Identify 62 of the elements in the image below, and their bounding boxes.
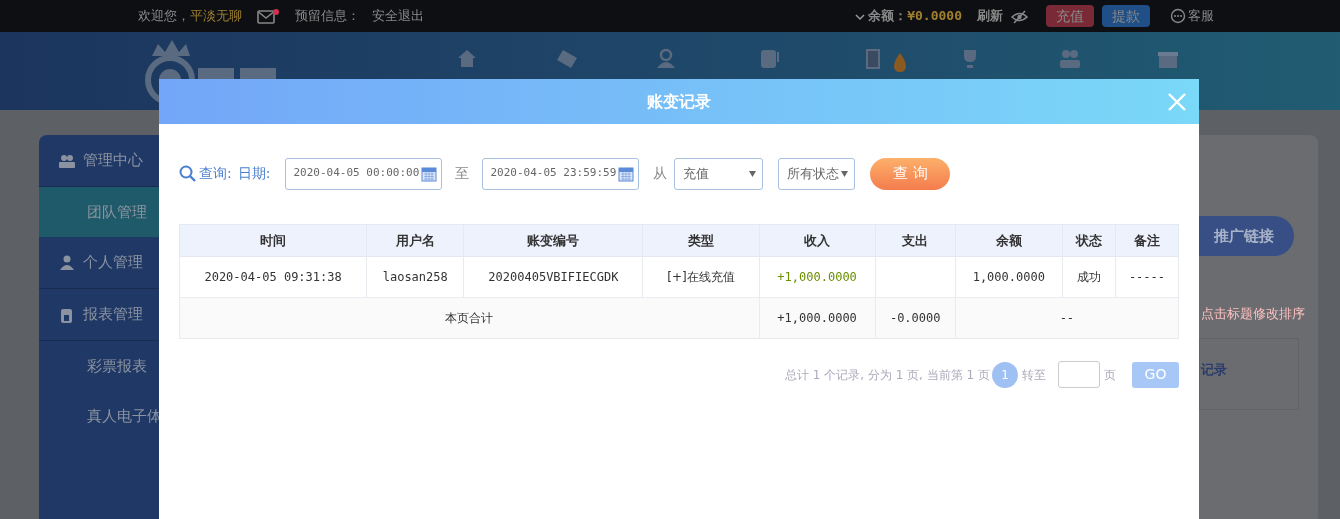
select-field[interactable]: 所有状态: [778, 157, 856, 190]
column-header[interactable]: 用户名: [366, 224, 464, 257]
pagination-summary: 总计 1 个记录, 分为 1 页, 当前第 1 页: [784, 366, 990, 384]
caret-icon: [841, 170, 849, 177]
table-cell: +1,000.0000: [759, 256, 876, 298]
calendar-icon[interactable]: [618, 165, 635, 182]
column-header[interactable]: 时间: [179, 224, 367, 257]
refresh-link[interactable]: 刷新: [977, 6, 1003, 26]
logout-link[interactable]: 安全退出: [372, 6, 424, 26]
column-header[interactable]: 状态: [1062, 224, 1116, 257]
page-unit-label: 页: [1104, 366, 1116, 384]
sidebar-label: 报表管理: [83, 304, 143, 326]
chat-bubble-icon[interactable]: [1170, 8, 1186, 24]
ticket-icon[interactable]: [557, 48, 579, 70]
people-icon: [59, 152, 75, 169]
date-label: 日期:: [237, 164, 271, 183]
home-icon[interactable]: [456, 48, 478, 70]
sidebar-label: 管理中心: [83, 150, 143, 172]
from-label: 从: [653, 164, 668, 183]
report-icon: [59, 306, 75, 323]
goto-label: 转至: [1022, 366, 1046, 384]
column-header[interactable]: 支出: [875, 224, 956, 257]
mail-icon[interactable]: [257, 6, 279, 26]
caret-icon: [749, 170, 757, 177]
reserved-info-link[interactable]: 预留信息：: [295, 6, 360, 26]
flame-icon: [892, 52, 908, 73]
table-cell: 1,000.0000: [955, 256, 1063, 298]
close-button[interactable]: [1167, 91, 1187, 111]
table-cell: laosan258: [366, 256, 464, 298]
total-label: 本页合计: [179, 297, 760, 339]
balance-value: ¥0.0000: [907, 7, 962, 26]
date-field[interactable]: 2020-04-05 00:00:00: [285, 157, 443, 190]
query-label: 查询:: [199, 164, 232, 183]
table-cell: [+]在线充值: [642, 256, 760, 298]
customer-service-link[interactable]: 客服: [1188, 6, 1214, 26]
people-icon[interactable]: [1059, 48, 1081, 70]
table-cell: -----: [1115, 256, 1179, 298]
sort-hint-text: 点击标题修改排序: [1201, 305, 1305, 323]
table-cell: +1,000.0000: [759, 297, 876, 339]
table-cell: -0.0000: [875, 297, 956, 339]
table-cell: 20200405VBIFIECGDK: [463, 256, 643, 298]
to-label: 至: [455, 164, 470, 183]
date-field[interactable]: 2020-04-05 23:59:59: [482, 157, 640, 190]
table-cell: 成功: [1062, 256, 1116, 298]
column-header[interactable]: 账变编号: [463, 224, 643, 257]
table-cell: 2020-04-05 09:31:38: [179, 256, 367, 298]
column-header[interactable]: 余额: [955, 224, 1063, 257]
balance-label: 余额：: [868, 7, 908, 26]
column-header[interactable]: 收入: [759, 224, 876, 257]
table-cell: --: [955, 297, 1179, 339]
search-icon: [179, 165, 196, 182]
modal-title: 账变记录: [647, 90, 711, 113]
username-link[interactable]: 平淡无聊: [190, 6, 242, 26]
welcome-text: 欢迎您，: [138, 7, 190, 26]
page-number-field[interactable]: [1058, 361, 1100, 388]
calendar-icon[interactable]: [421, 165, 438, 182]
sidebar-label: 个人管理: [83, 252, 143, 274]
person-icon[interactable]: [655, 48, 677, 70]
person-icon: [59, 254, 75, 271]
column-header[interactable]: 类型: [642, 224, 760, 257]
select-field[interactable]: 充值: [674, 157, 764, 190]
column-header[interactable]: 备注: [1115, 224, 1179, 257]
